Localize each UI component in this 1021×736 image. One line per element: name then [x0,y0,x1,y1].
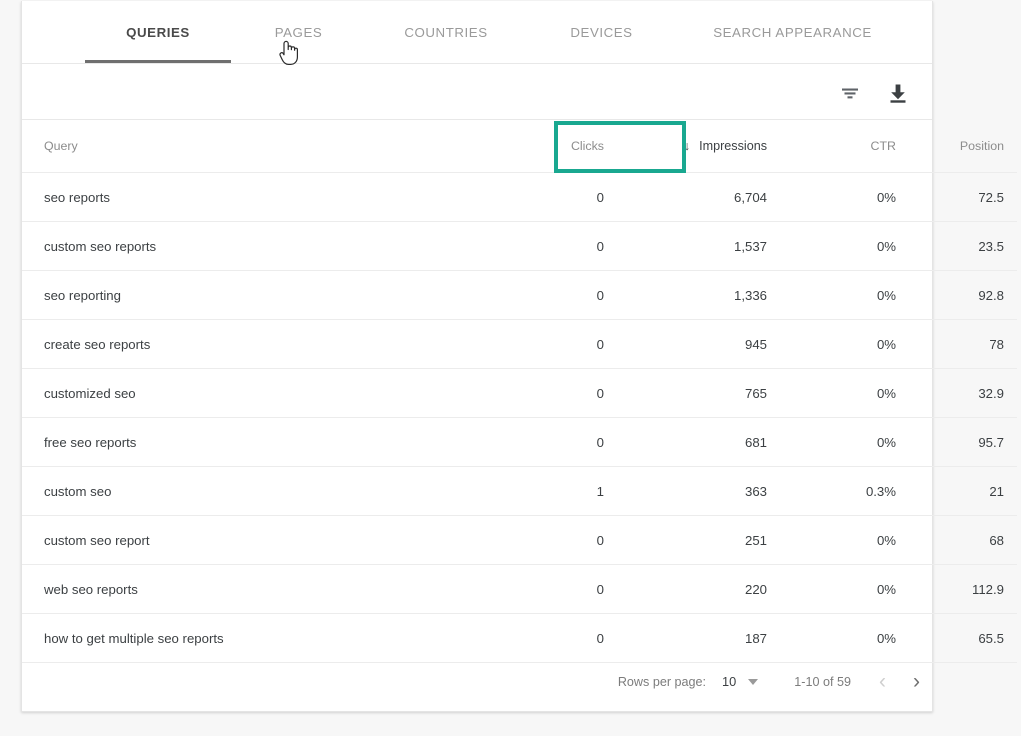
cell-ctr[interactable]: 0% [791,515,909,565]
cell-query: create seo reports [22,319,499,369]
cell-query: free seo reports [22,417,499,467]
table-pagination: Rows per page: 10 1-10 of 59 ‹ › [22,652,932,711]
tab-label: PAGES [274,25,323,40]
cell-impressions[interactable]: 363 [617,466,791,516]
table-row[interactable]: create seo reports 0 945 0% 78 [22,319,1017,369]
cell-clicks[interactable]: 0 [499,221,617,271]
tab-label: QUERIES [126,25,190,40]
cell-position[interactable]: 92.8 [909,270,1017,320]
cell-ctr[interactable]: 0% [791,319,909,369]
column-header-label: Clicks [570,139,604,153]
cell-clicks[interactable]: 0 [499,319,617,369]
chevron-down-icon[interactable] [748,678,759,685]
tab-label: SEARCH APPEARANCE [713,25,872,40]
cell-ctr[interactable]: 0% [791,270,909,320]
cell-position[interactable]: 72.5 [909,172,1017,222]
cell-ctr[interactable]: 0% [791,417,909,467]
tab-label: COUNTRIES [404,25,488,40]
cell-ctr[interactable]: 0.3% [791,466,909,516]
table-row[interactable]: free seo reports 0 681 0% 95.7 [22,417,1017,467]
table-row[interactable]: custom seo 1 363 0.3% 21 [22,466,1017,516]
cell-query: seo reports [22,172,499,222]
active-tab-indicator [85,60,231,63]
cell-clicks[interactable]: 0 [499,515,617,565]
rows-per-page-value[interactable]: 10 [722,674,736,689]
search-analytics-table: Query Clicks ↓ Impressions CTR Position … [22,120,1017,663]
cell-impressions[interactable]: 945 [617,319,791,369]
table-row[interactable]: custom seo reports 0 1,537 0% 23.5 [22,221,1017,271]
cell-query: custom seo [22,466,499,516]
cell-clicks[interactable]: 0 [499,564,617,614]
column-header-label: Impressions [699,139,767,154]
cell-position[interactable]: 21 [909,466,1017,516]
cell-position[interactable]: 32.9 [909,368,1017,418]
cell-clicks[interactable]: 0 [499,417,617,467]
cell-position[interactable]: 78 [909,319,1017,369]
cell-position[interactable]: 95.7 [909,417,1017,467]
table-header-row: Query Clicks ↓ Impressions CTR Position [22,120,1017,173]
rows-per-page-label: Rows per page: [617,674,707,689]
cell-position[interactable]: 112.9 [909,564,1017,614]
search-analytics-card: QUERIES PAGES COUNTRIES DEVICES SEARCH A… [21,1,1017,712]
cell-query: custom seo report [22,515,499,565]
cell-clicks[interactable]: 0 [499,172,617,222]
table-row[interactable]: seo reporting 0 1,336 0% 92.8 [22,270,1017,320]
next-page-button[interactable]: › [913,671,920,692]
column-header-ctr[interactable]: CTR [791,120,909,173]
tab-bar: QUERIES PAGES COUNTRIES DEVICES SEARCH A… [22,1,932,64]
cell-impressions[interactable]: 1,336 [617,270,791,320]
cell-query: seo reporting [22,270,499,320]
cell-ctr[interactable]: 0% [791,368,909,418]
cell-query: web seo reports [22,564,499,614]
download-icon[interactable] [883,78,913,108]
table-row[interactable]: customized seo 0 765 0% 32.9 [22,368,1017,418]
cell-impressions[interactable]: 681 [617,417,791,467]
tab-search-appearance[interactable]: SEARCH APPEARANCE [684,1,901,64]
table-row[interactable]: seo reports 0 6,704 0% 72.5 [22,172,1017,222]
column-header-label: CTR [870,139,896,153]
pagination-range: 1-10 of 59 [794,674,851,689]
column-header-label: Query [44,139,78,153]
cell-ctr[interactable]: 0% [791,564,909,614]
tab-label: DEVICES [570,25,633,40]
cell-impressions[interactable]: 1,537 [617,221,791,271]
filter-icon[interactable] [835,78,865,108]
cell-impressions[interactable]: 220 [617,564,791,614]
cell-impressions[interactable]: 765 [617,368,791,418]
cell-ctr[interactable]: 0% [791,221,909,271]
cell-clicks[interactable]: 0 [499,270,617,320]
column-header-label: Position [959,139,1004,153]
cell-clicks[interactable]: 0 [499,368,617,418]
tab-queries[interactable]: QUERIES [85,1,231,64]
column-header-position[interactable]: Position [909,120,1017,173]
sort-descending-icon: ↓ [683,138,691,153]
cell-ctr[interactable]: 0% [791,172,909,222]
previous-page-button[interactable]: ‹ [879,671,886,692]
cell-impressions[interactable]: 6,704 [617,172,791,222]
column-header-impressions[interactable]: ↓ Impressions [617,120,791,173]
column-header-clicks[interactable]: Clicks [499,120,617,173]
cell-impressions[interactable]: 251 [617,515,791,565]
cell-clicks[interactable]: 1 [499,466,617,516]
tab-countries[interactable]: COUNTRIES [374,1,518,64]
cell-query: customized seo [22,368,499,418]
tab-devices[interactable]: DEVICES [543,1,660,64]
cell-position[interactable]: 23.5 [909,221,1017,271]
table-row[interactable]: web seo reports 0 220 0% 112.9 [22,564,1017,614]
cell-query: custom seo reports [22,221,499,271]
tab-pages[interactable]: PAGES [247,1,350,64]
table-body: seo reports 0 6,704 0% 72.5 custom seo report… [22,172,1017,663]
table-toolbar [22,64,932,120]
cell-position[interactable]: 68 [909,515,1017,565]
table-row[interactable]: custom seo report 0 251 0% 68 [22,515,1017,565]
column-header-query[interactable]: Query [22,120,499,173]
